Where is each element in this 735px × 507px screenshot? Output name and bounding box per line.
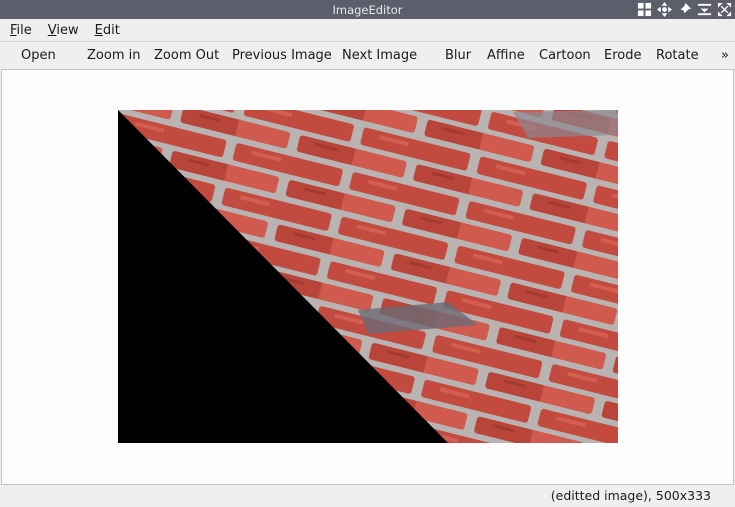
title-bar: ImageEditor [0, 0, 735, 19]
grey-brick-corner [513, 110, 618, 138]
status-bar: (editted image), 500x333 [0, 485, 735, 507]
window-title: ImageEditor [332, 2, 403, 17]
menu-file[interactable]: File [6, 23, 38, 38]
blur-button[interactable]: Blur [445, 42, 471, 70]
menu-view[interactable]: View [44, 23, 85, 38]
menu-view-label: iew [56, 22, 79, 38]
rotate-button[interactable]: Rotate [656, 42, 699, 70]
window-controls [636, 1, 733, 18]
menu-edit[interactable]: Edit [91, 23, 126, 38]
menu-edit-label: dit [102, 22, 120, 38]
minimize-icon[interactable] [696, 1, 713, 18]
previous-image-button[interactable]: Previous Image [232, 42, 332, 70]
cartoon-button[interactable]: Cartoon [539, 42, 591, 70]
status-text: (editted image), 500x333 [550, 488, 711, 503]
open-button[interactable]: Open [21, 42, 56, 70]
grid-icon[interactable] [636, 1, 653, 18]
zoom-out-button[interactable]: Zoom Out [154, 42, 219, 70]
menu-file-label: ile [16, 22, 32, 38]
zoom-in-button[interactable]: Zoom in [87, 42, 140, 70]
next-image-button[interactable]: Next Image [342, 42, 417, 70]
menu-edit-mnemonic: E [94, 22, 103, 38]
menu-bar: File View Edit [0, 19, 735, 41]
close-icon[interactable] [716, 1, 733, 18]
image-view[interactable] [1, 69, 734, 485]
toolbar: Open Zoom in Zoom Out Previous Image Nex… [0, 41, 735, 70]
move-icon[interactable] [656, 1, 673, 18]
pin-icon[interactable] [676, 1, 693, 18]
affine-button[interactable]: Affine [487, 42, 525, 70]
erode-button[interactable]: Erode [604, 42, 641, 70]
edited-image [118, 110, 618, 443]
toolbar-overflow-button[interactable]: » [721, 42, 729, 70]
